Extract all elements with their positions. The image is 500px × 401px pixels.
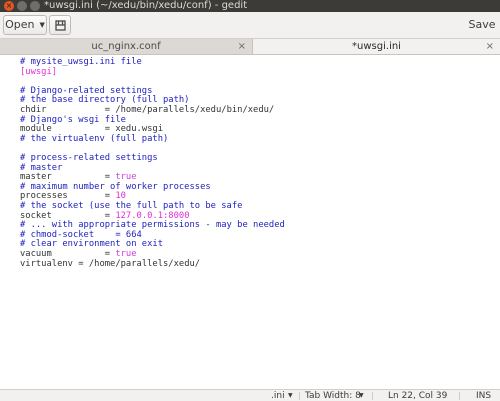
code-comment: # mysite_uwsgi.ini file	[20, 57, 142, 67]
close-icon[interactable]: ×	[486, 39, 494, 54]
config-key: chdir =	[20, 105, 116, 115]
gedit-window: × *uwsgi.ini (~/xedu/bin/xedu/conf) - ge…	[0, 0, 500, 401]
code-line: vacuum = true	[20, 249, 137, 259]
code-line: # clear environment on exit	[20, 239, 163, 249]
code-line: processes = 10	[20, 191, 126, 201]
config-key: module =	[20, 124, 116, 135]
status-separator	[372, 392, 373, 400]
open-button-label: Open	[5, 18, 35, 31]
config-value: 127.0.0.1:8000	[115, 210, 190, 221]
tab-bar: uc_nginx.conf × *uwsgi.ini ×	[0, 39, 500, 55]
code-line: # the socket (use the full path to be sa…	[20, 201, 242, 211]
code-comment: # the socket (use the full path to be sa…	[20, 201, 243, 211]
window-title: *uwsgi.ini (~/xedu/bin/xedu/conf) - gedi…	[44, 0, 248, 11]
code-comment: # maximum number of worker processes	[20, 181, 211, 192]
code-line: # process-related settings	[20, 153, 158, 163]
status-separator	[459, 392, 460, 400]
config-value: /home/parallels/xedu/bin/xedu/	[115, 105, 275, 115]
config-value: xedu.wsgi	[115, 124, 164, 135]
code-comment: # Django-related settings	[20, 85, 153, 96]
code-line: socket = 127.0.0.1:8000	[20, 211, 190, 221]
code-comment: # clear environment on exit	[20, 239, 163, 250]
open-button[interactable]: Open ▼	[3, 15, 47, 35]
code-line: # ... with appropriate permissions - may…	[20, 220, 285, 230]
code-comment: # chmod-socket = 664	[20, 229, 142, 240]
maximize-window-icon[interactable]	[30, 1, 40, 11]
title-bar: × *uwsgi.ini (~/xedu/bin/xedu/conf) - ge…	[0, 0, 500, 12]
new-document-button[interactable]	[49, 15, 71, 35]
new-document-icon	[54, 19, 66, 31]
code-comment: # the base directory (full path)	[20, 95, 190, 106]
tab-width-selector[interactable]: Tab Width: 8	[305, 390, 361, 401]
code-line: # maximum number of worker processes	[20, 182, 211, 192]
code-comment: # ... with appropriate permissions - may…	[20, 220, 285, 231]
tab-uc-nginx-conf[interactable]: uc_nginx.conf ×	[0, 39, 253, 54]
chevron-down-icon: ▼	[39, 21, 45, 29]
status-bar: .ini ▼ Tab Width: 8 ▼ Ln 22, Col 39 INS	[0, 389, 500, 401]
text-editor[interactable]: # mysite_uwsgi.ini file [uwsgi] # Django-r…	[0, 55, 500, 389]
config-value: /home/parallels/xedu/	[88, 258, 201, 269]
code-comment: # master	[20, 162, 63, 173]
code-line: chdir = /home/parallels/xedu/bin/xedu/	[20, 105, 274, 115]
code-comment: # the virtualenv (full path)	[20, 133, 169, 144]
code-line: master = true	[20, 172, 137, 182]
config-value: 10	[115, 191, 126, 202]
close-window-icon[interactable]: ×	[4, 1, 14, 11]
language-selector[interactable]: .ini	[271, 390, 285, 401]
config-key: vacuum =	[20, 249, 116, 259]
code-line: # mysite_uwsgi.ini file	[20, 57, 142, 67]
minimize-window-icon[interactable]	[17, 1, 27, 11]
code-line: # the base directory (full path)	[20, 95, 189, 105]
chevron-down-icon: ▼	[359, 392, 364, 399]
save-button-label: Save	[468, 18, 496, 31]
code-comment: # process-related settings	[20, 153, 158, 163]
tab-label: *uwsgi.ini	[352, 41, 401, 52]
code-line: # Django's wsgi file	[20, 115, 126, 125]
config-value: true	[115, 249, 137, 259]
code-line: # Django-related settings	[20, 86, 152, 96]
config-section: [uwsgi]	[20, 66, 58, 77]
code-line: # the virtualenv (full path)	[20, 134, 168, 144]
code-comment: # Django's wsgi file	[20, 114, 126, 125]
code-line: # chmod-socket = 664	[20, 230, 142, 240]
tab-label: uc_nginx.conf	[91, 41, 161, 52]
config-key: socket =	[20, 210, 116, 221]
code-line: virtualenv = /home/parallels/xedu/	[20, 259, 200, 269]
window-controls: ×	[4, 1, 40, 11]
code-line: # master	[20, 163, 62, 173]
config-value: true	[115, 172, 137, 183]
chevron-down-icon: ▼	[288, 392, 293, 399]
close-icon[interactable]: ×	[238, 39, 246, 54]
config-key: virtualenv =	[20, 258, 89, 269]
config-key: master =	[20, 172, 116, 183]
status-separator	[299, 392, 300, 400]
config-key: processes =	[20, 191, 116, 202]
cursor-position: Ln 22, Col 39	[388, 391, 448, 401]
save-button[interactable]: Save	[467, 15, 497, 35]
code-line: module = xedu.wsgi	[20, 124, 163, 134]
header-bar: Open ▼ Save	[0, 12, 500, 39]
code-line: [uwsgi]	[20, 67, 57, 77]
insert-mode: INS	[476, 391, 492, 401]
tab-uwsgi-ini[interactable]: *uwsgi.ini ×	[253, 39, 500, 54]
